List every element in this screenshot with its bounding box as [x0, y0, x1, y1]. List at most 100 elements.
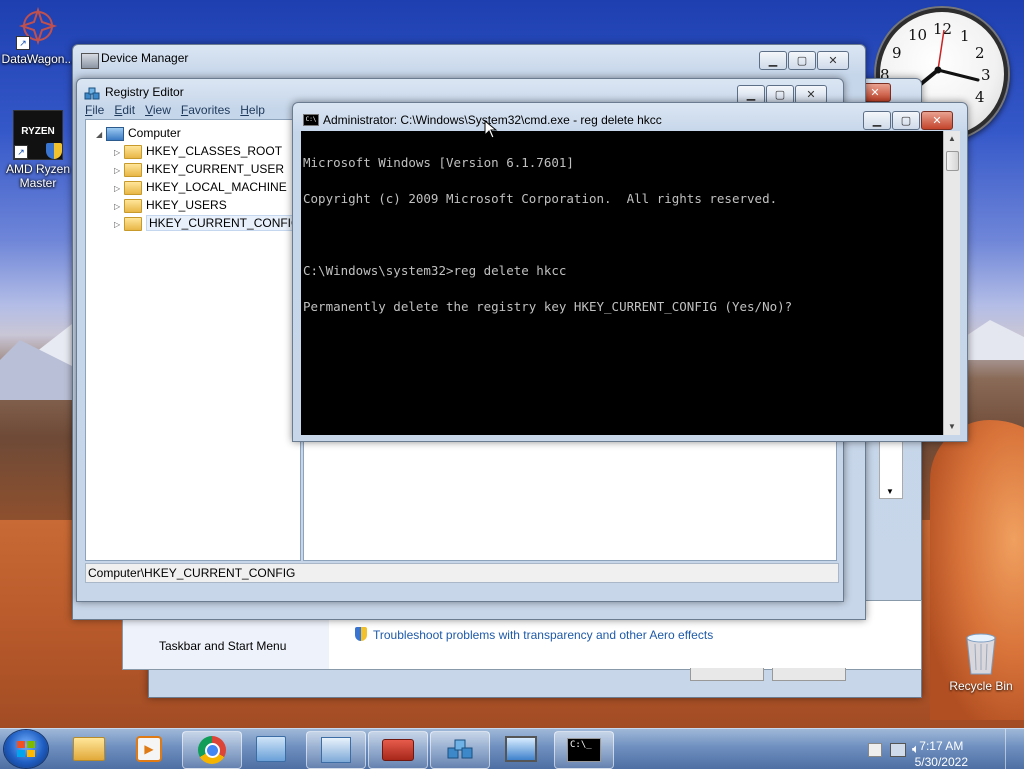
media-player-icon: ▶ — [136, 736, 162, 762]
tree-item-computer[interactable]: ◢ Computer — [96, 124, 181, 142]
cmd-icon: C:\ — [303, 114, 319, 126]
scroll-down-icon[interactable]: ▼ — [944, 419, 960, 435]
taskbar-registry-editor-button[interactable] — [430, 731, 490, 769]
amd-ryzen-icon: RYZEN ↗ — [13, 110, 63, 160]
device-manager-title: Device Manager — [101, 51, 189, 65]
chrome-icon — [198, 736, 226, 764]
taskbar-media-player-button[interactable]: ▶ — [120, 731, 178, 767]
ok-button[interactable] — [690, 668, 764, 681]
menu-favorites[interactable]: Favorites — [181, 103, 230, 117]
taskbar: ▶ C:\_ 🔈︎ 7:17 AM 5/30/2022 — [0, 728, 1024, 769]
registry-tree[interactable]: ◢ Computer ▷ HKEY_CLASSES_ROOT ▷ HKEY_CURRE… — [85, 119, 304, 561]
folder-icon — [124, 144, 142, 159]
tree-item-label: HKEY_USERS — [146, 198, 227, 212]
control-panel-icon — [256, 736, 286, 762]
taskbar-explorer-button[interactable] — [60, 731, 118, 767]
close-button[interactable]: ✕ — [817, 51, 849, 70]
tree-item-label: HKEY_CURRENT_USER — [146, 162, 285, 176]
desktop-icon-recycle-bin[interactable]: Recycle Bin — [946, 630, 1016, 693]
cmd-console[interactable]: Microsoft Windows [Version 6.1.7601] Cop… — [301, 131, 943, 435]
desktop-icon-label: AMD Ryzen — [5, 162, 70, 176]
desktop-icon-amd-ryzen-master[interactable]: RYZEN ↗ AMD Ryzen Master — [0, 110, 76, 190]
registry-editor-icon — [447, 739, 473, 759]
tree-item-hkey-users[interactable]: ▷ HKEY_USERS — [114, 196, 227, 214]
uac-shield-icon — [46, 143, 62, 159]
chevron-down-icon: ▼ — [886, 487, 894, 496]
console-line: Microsoft Windows [Version 6.1.7601] — [303, 155, 574, 170]
close-button[interactable]: ✕ — [921, 111, 953, 130]
menu-help[interactable]: Help — [240, 103, 265, 117]
vertical-scrollbar[interactable]: ▲ ▼ — [943, 131, 960, 435]
desktop-icon-label: DataWagon... — [1, 52, 75, 66]
menu-bar: File Edit View Favorites Help — [85, 103, 265, 117]
scroll-up-icon[interactable]: ▲ — [944, 131, 960, 147]
cmd-window[interactable]: C:\ Administrator: C:\Windows\System32\c… — [292, 102, 968, 442]
tree-item-hkey-current-user[interactable]: ▷ HKEY_CURRENT_USER — [114, 160, 284, 178]
menu-file[interactable]: File — [85, 103, 104, 117]
taskbar-control-panel-button[interactable] — [242, 731, 300, 767]
monitor-icon — [321, 737, 351, 763]
taskbar-personalization-button[interactable] — [306, 731, 366, 769]
computer-icon — [106, 126, 124, 141]
tree-item-hkey-current-config[interactable]: ▷ HKEY_CURRENT_CONFIG — [114, 214, 304, 234]
ryzen-logo-text: RYZEN — [21, 126, 55, 137]
console-line: C:\Windows\system32>reg delete hkcc — [303, 263, 567, 278]
registry-editor-icon — [84, 87, 100, 100]
maximize-button[interactable]: ▢ — [892, 111, 920, 130]
cmd-icon: C:\_ — [567, 738, 601, 762]
tree-item-label: HKEY_LOCAL_MACHINE — [146, 180, 287, 194]
console-line: Permanently delete the registry key HKEY… — [303, 299, 793, 314]
taskbar-time: 7:17 AM — [919, 739, 964, 753]
shield-icon — [355, 627, 367, 641]
windows-logo-icon — [17, 741, 35, 757]
cancel-button[interactable] — [772, 668, 846, 681]
taskbar-clock[interactable]: 7:17 AM 5/30/2022 — [915, 738, 968, 770]
desktop-icon-label: Master — [19, 176, 57, 190]
tree-item-hkey-local-machine[interactable]: ▷ HKEY_LOCAL_MACHINE — [114, 178, 287, 196]
system-tray: 🔈︎ 7:17 AM 5/30/2022 — [862, 729, 1020, 769]
menu-view[interactable]: View — [145, 103, 171, 117]
mouse-cursor-icon — [484, 120, 498, 139]
folder-icon — [124, 180, 142, 195]
shortcut-arrow-icon: ↗ — [16, 36, 30, 50]
tree-item-hkey-classes-root[interactable]: ▷ HKEY_CLASSES_ROOT — [114, 142, 282, 160]
desktop-icon-label: Recycle Bin — [949, 679, 1013, 693]
desktop: ↗ DataWagon... RYZEN ↗ AMD Ryzen Master … — [0, 0, 1024, 728]
taskbar-start-menu-link[interactable]: Taskbar and Start Menu — [159, 639, 286, 653]
taskbar-chrome-button[interactable] — [182, 731, 242, 769]
collapse-triangle-icon[interactable]: ◢ — [96, 126, 106, 144]
folder-icon — [124, 216, 142, 231]
network-icon[interactable] — [890, 743, 906, 757]
tree-item-label: Computer — [128, 126, 181, 140]
console-line: Copyright (c) 2009 Microsoft Corporation… — [303, 191, 778, 206]
taskbar-cmd-button[interactable]: C:\_ — [554, 731, 614, 769]
tree-item-label: HKEY_CLASSES_ROOT — [146, 144, 283, 158]
scroll-thumb[interactable] — [946, 151, 959, 171]
show-desktop-button[interactable] — [1005, 729, 1020, 769]
minimize-button[interactable]: ▁ — [863, 111, 891, 130]
minimize-button[interactable]: ▁ — [759, 51, 787, 70]
tree-item-label-selected: HKEY_CURRENT_CONFIG — [146, 215, 304, 231]
shortcut-arrow-icon: ↗ — [14, 145, 28, 159]
folder-icon — [124, 162, 142, 177]
folder-icon — [124, 198, 142, 213]
troubleshoot-aero-link[interactable]: Troubleshoot problems with transparency … — [355, 627, 713, 642]
start-button[interactable] — [4, 730, 48, 768]
maximize-button[interactable]: ▢ — [788, 51, 816, 70]
registry-editor-title: Registry Editor — [105, 85, 184, 99]
taskbar-device-manager-button[interactable] — [368, 731, 428, 769]
taskbar-remote-desktop-button[interactable] — [492, 731, 550, 767]
recycle-bin-icon — [966, 633, 996, 675]
remote-desktop-icon — [505, 736, 537, 762]
datawagon-icon: ↗ — [16, 6, 60, 50]
folder-icon — [73, 737, 105, 761]
device-manager-icon — [81, 53, 99, 69]
action-center-flag-icon[interactable] — [868, 743, 882, 757]
desktop-icon-datawagon[interactable]: ↗ DataWagon... — [0, 6, 76, 66]
status-bar: Computer\HKEY_CURRENT_CONFIG — [85, 563, 839, 583]
dropdown-scroll[interactable]: ▼ — [879, 439, 903, 499]
expand-triangle-icon[interactable]: ▷ — [114, 216, 124, 234]
menu-edit[interactable]: Edit — [114, 103, 135, 117]
troubleshoot-link-text: Troubleshoot problems with transparency … — [373, 628, 714, 642]
